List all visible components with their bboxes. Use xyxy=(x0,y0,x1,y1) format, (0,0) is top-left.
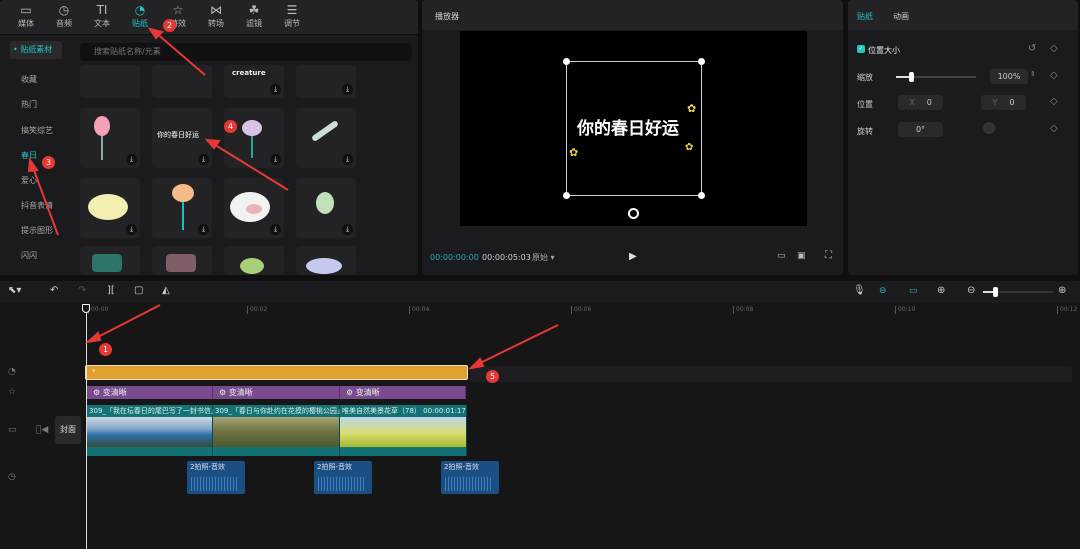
annotation-badge: 5 xyxy=(486,370,499,383)
annotation-arrows xyxy=(27,27,559,370)
annotation-arrow xyxy=(475,324,559,366)
arrowhead xyxy=(468,357,485,370)
annotation-arrow xyxy=(154,31,206,76)
annotation-arrow xyxy=(211,142,289,191)
annotation-arrow xyxy=(91,304,161,341)
arrowhead xyxy=(84,331,102,344)
annotation-badge: 3 xyxy=(42,156,55,169)
arrowhead xyxy=(27,157,39,173)
annotation-badge: 4 xyxy=(224,120,237,133)
annotation-arrow xyxy=(31,164,59,236)
annotation-badge: 1 xyxy=(99,343,112,356)
annotation-badge: 2 xyxy=(163,19,176,32)
